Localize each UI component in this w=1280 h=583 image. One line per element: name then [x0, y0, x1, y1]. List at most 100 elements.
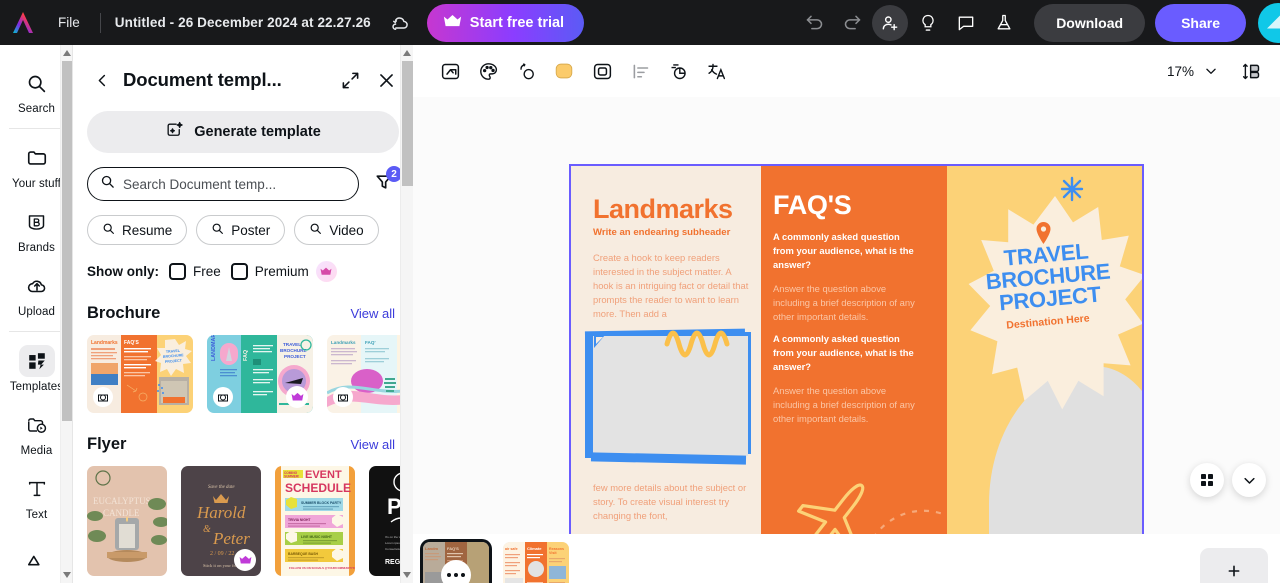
folder-icon — [19, 142, 55, 174]
chip-label: Poster — [231, 222, 271, 238]
faq-question-1[interactable]: A commonly asked question from your audi… — [773, 230, 923, 272]
download-button[interactable]: Download — [1034, 3, 1146, 42]
scrollbar-thumb[interactable] — [402, 61, 413, 186]
chevron-left-icon[interactable] — [91, 69, 113, 91]
search-input[interactable]: Search Document temp... — [87, 167, 359, 201]
template-card[interactable]: Save the date Harold & Peter 2 / 09 / 22… — [181, 466, 261, 576]
design-page-1[interactable]: Landmarks Write an endearing subheader C… — [571, 166, 1142, 534]
faq-question-2[interactable]: A commonly asked question from your audi… — [773, 332, 923, 374]
scroll-down-arrow[interactable] — [401, 568, 413, 582]
cloud-sync-icon[interactable] — [389, 12, 411, 34]
template-card[interactable]: COMING SUMMER! EVENT SCHEDULE SUMMER BLO… — [275, 466, 355, 576]
landmarks-body[interactable]: Create a hook to keep readers interested… — [593, 251, 753, 322]
lightbulb-icon[interactable] — [910, 5, 946, 41]
scroll-down-arrow[interactable] — [61, 568, 72, 582]
chip-poster[interactable]: Poster — [196, 215, 286, 245]
frame-icon[interactable] — [585, 54, 619, 88]
cover-title[interactable]: TRAVEL BROCHURE PROJECT — [970, 238, 1125, 317]
magic-shape-icon[interactable] — [509, 54, 543, 88]
user-avatar[interactable] — [1258, 2, 1280, 43]
chevron-down-icon[interactable] — [1232, 463, 1266, 497]
pages-bar: Landm FAQ'S 1 — [413, 534, 1280, 583]
divider — [9, 331, 63, 332]
canvas-float-buttons — [1190, 463, 1266, 497]
text-icon — [19, 473, 55, 505]
undo-icon[interactable] — [796, 5, 832, 41]
left-rail: Search Your stuff Brands Upload Template… — [0, 45, 73, 583]
flask-icon[interactable] — [986, 5, 1022, 41]
translate-icon[interactable] — [699, 54, 733, 88]
canvas-scroll-area[interactable]: Landmarks Write an endearing subheader C… — [413, 97, 1280, 534]
position-icon[interactable] — [433, 54, 467, 88]
template-card[interactable]: LANDMARKS FAQ TRAVEL BROCHURE PROJECT — [207, 335, 313, 413]
generate-template-button[interactable]: Generate template — [87, 111, 399, 153]
document-title[interactable]: Untitled - 26 December 2024 at 22.27.26 — [109, 11, 377, 34]
svg-text:FAQ'S: FAQ'S — [447, 546, 459, 551]
template-card[interactable]: Landmarks FAQ'S TRAVEL BROCHURE PROJECT — [87, 335, 193, 413]
align-icon[interactable] — [623, 54, 657, 88]
free-filter[interactable]: Free — [169, 263, 221, 280]
chip-label: Resume — [122, 222, 173, 238]
redo-icon[interactable] — [834, 5, 870, 41]
duplicate-icon[interactable] — [661, 54, 695, 88]
chip-video[interactable]: Video — [294, 215, 379, 245]
svg-text:SCHEDULE: SCHEDULE — [285, 481, 351, 495]
page-thumbnails: Landm FAQ'S 1 — [423, 542, 569, 583]
camera-icon[interactable] — [93, 387, 113, 407]
crown-icon — [443, 14, 462, 32]
landmarks-heading[interactable]: Landmarks — [593, 194, 733, 225]
camera-icon[interactable] — [213, 387, 233, 407]
search-icon — [102, 222, 115, 238]
color-swatch-icon[interactable] — [547, 54, 581, 88]
brochure-panel-landmarks: Landmarks Write an endearing subheader C… — [571, 166, 761, 534]
svg-text:LIVE MUSIC NIGHT: LIVE MUSIC NIGHT — [301, 535, 333, 539]
faq-heading[interactable]: FAQ'S — [773, 190, 852, 221]
page-thumbnail-1[interactable]: Landm FAQ'S 1 — [423, 542, 489, 583]
generate-template-label: Generate template — [194, 124, 321, 140]
landmarks-body-continued[interactable]: few more details about the subject or st… — [593, 481, 753, 523]
add-page-button[interactable]: Page — [1200, 548, 1268, 583]
search-placeholder: Search Document temp... — [123, 176, 277, 192]
snowflake-icon — [1059, 176, 1085, 207]
svg-text:FOLLOW US ON SOCIALS @YOURCOMM: FOLLOW US ON SOCIALS @YOURCOMMUNITYPAGE — [289, 566, 355, 570]
share-button[interactable]: Share — [1155, 3, 1246, 42]
section-title: Brochure — [87, 304, 161, 322]
faq-answer-2[interactable]: Answer the question above including a br… — [773, 384, 923, 426]
grid-view-icon[interactable] — [1190, 463, 1224, 497]
scroll-up-arrow[interactable] — [61, 46, 72, 60]
free-checkbox[interactable] — [169, 263, 186, 280]
view-all-flyer[interactable]: View all — [350, 437, 395, 452]
landmarks-subheader[interactable]: Write an endearing subheader — [593, 227, 753, 240]
chip-resume[interactable]: Resume — [87, 215, 188, 245]
page-resize-icon[interactable] — [1236, 56, 1266, 86]
chevron-down-icon[interactable] — [1196, 56, 1226, 86]
canva-editor: File Untitled - 26 December 2024 at 22.2… — [0, 0, 1280, 583]
canvas-toolbar: 17% — [413, 45, 1280, 97]
more-dots-icon[interactable] — [441, 560, 471, 583]
premium-filter[interactable]: Premium — [230, 261, 337, 282]
faq-answer-1[interactable]: Answer the question above including a br… — [773, 282, 923, 324]
svg-text:EVENT: EVENT — [305, 469, 342, 481]
svg-text:2 / 09 / 22: 2 / 09 / 22 — [210, 551, 234, 557]
camera-icon[interactable] — [333, 387, 353, 407]
canva-logo[interactable] — [0, 10, 46, 36]
scroll-up-arrow[interactable] — [401, 46, 413, 60]
premium-checkbox[interactable] — [230, 263, 248, 280]
expand-diagonal-icon[interactable] — [337, 67, 363, 93]
rail-scrollbar[interactable] — [60, 45, 72, 583]
comment-icon[interactable] — [948, 5, 984, 41]
filter-button[interactable]: 2 — [369, 166, 402, 199]
scrollbar-thumb[interactable] — [62, 61, 72, 421]
panel-scrollbar[interactable] — [400, 45, 413, 583]
search-icon — [309, 222, 322, 238]
add-person-icon[interactable] — [872, 4, 909, 41]
svg-text:Landm: Landm — [425, 546, 439, 551]
view-all-brochure[interactable]: View all — [350, 306, 395, 321]
file-menu[interactable]: File — [46, 11, 92, 34]
zoom-value[interactable]: 17% — [1167, 64, 1194, 79]
palette-icon[interactable] — [471, 54, 505, 88]
template-card[interactable]: EUCALYPTUS CANDLE — [87, 466, 167, 576]
start-free-trial-button[interactable]: Start free trial — [426, 3, 585, 42]
page-thumbnail-2[interactable]: air safe Climate Reasons Visit — [503, 542, 569, 583]
close-icon[interactable] — [373, 67, 399, 93]
